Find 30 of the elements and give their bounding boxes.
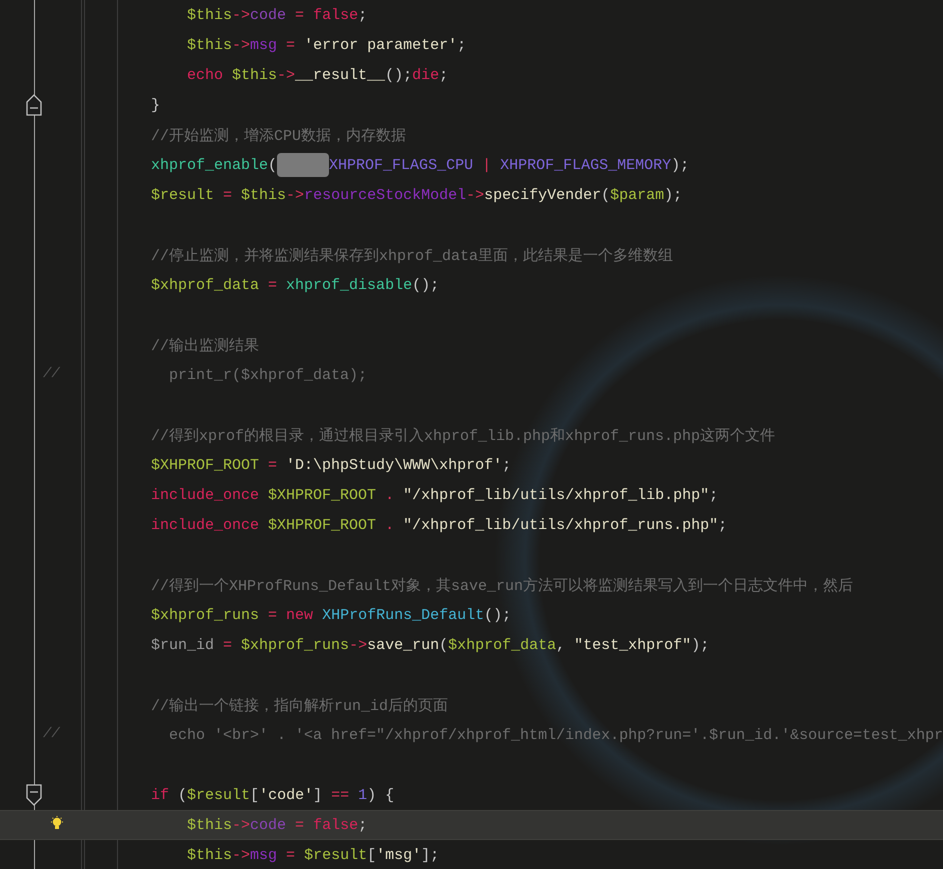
lightbulb-icon[interactable] xyxy=(50,816,64,832)
code-line: include_once $XHPROF_ROOT . "/xhprof_lib/utils/xhprof_lib.php"; xyxy=(151,486,718,504)
code-line: XHPROF_FLAGS_CPU | XHPROF_FLAGS_MEMORY); xyxy=(329,156,690,174)
fold-end-icon[interactable] xyxy=(26,94,42,116)
code-line: //停止监测，并将监测结果保存到xhprof_data里面，此结果是一个多维数组 xyxy=(151,246,674,264)
redacted-block xyxy=(277,153,330,177)
code-line: $run_id = $xhprof_runs->save_run($xhprof_data, "test_xhprof"); xyxy=(151,636,710,654)
code-line: $this->msg = $result['msg']; xyxy=(186,846,440,864)
code-line: echo $this->__result__();die; xyxy=(186,66,448,84)
code-line: echo '<br>' . '<a href="/xhprof/xhprof_html/index.php?run='.$run_id.'&source=test_xhpr xyxy=(168,726,943,744)
code-line: //开始监测，增添CPU数据，内存数据 xyxy=(151,126,406,144)
code-line: $this->code = false; xyxy=(186,6,368,24)
code-line: $this->msg = 'error parameter'; xyxy=(186,36,466,54)
code-line: //得到一个XHProfRuns_Default对象，其save_run方法可以将监测结果写入到一个日志文件中，然后 xyxy=(151,576,854,594)
code-line: print_r($xhprof_data); xyxy=(168,366,368,384)
gutter-comment-mark: // xyxy=(43,366,60,382)
code-line: } xyxy=(151,96,160,114)
code-line: $XHPROF_ROOT = 'D:\phpStudy\WWW\xhprof'; xyxy=(151,456,512,474)
code-line: //得到xprof的根目录，通过根目录引入xhprof_lib.php和xhprof_runs.php这两个文件 xyxy=(151,426,776,444)
code-line: $xhprof_runs = new XHProfRuns_Default(); xyxy=(151,606,512,624)
code-line: //输出监测结果 xyxy=(151,336,260,354)
code-line: //输出一个链接，指向解析run_id后的页面 xyxy=(151,696,448,714)
fold-start-icon[interactable] xyxy=(26,784,42,806)
code-line: $xhprof_data = xhprof_disable(); xyxy=(151,276,440,294)
code-line: xhprof_enable( xyxy=(151,156,278,174)
gutter-comment-mark: // xyxy=(43,726,60,742)
code-line: include_once $XHPROF_ROOT . "/xhprof_lib/utils/xhprof_runs.php"; xyxy=(151,516,728,534)
code-line: $result = $this->resourceStockModel->specifyVender($param); xyxy=(151,186,682,204)
code-line: $this->code = false; xyxy=(186,816,368,834)
code-line: if ($result['code'] == 1) { xyxy=(151,786,394,804)
